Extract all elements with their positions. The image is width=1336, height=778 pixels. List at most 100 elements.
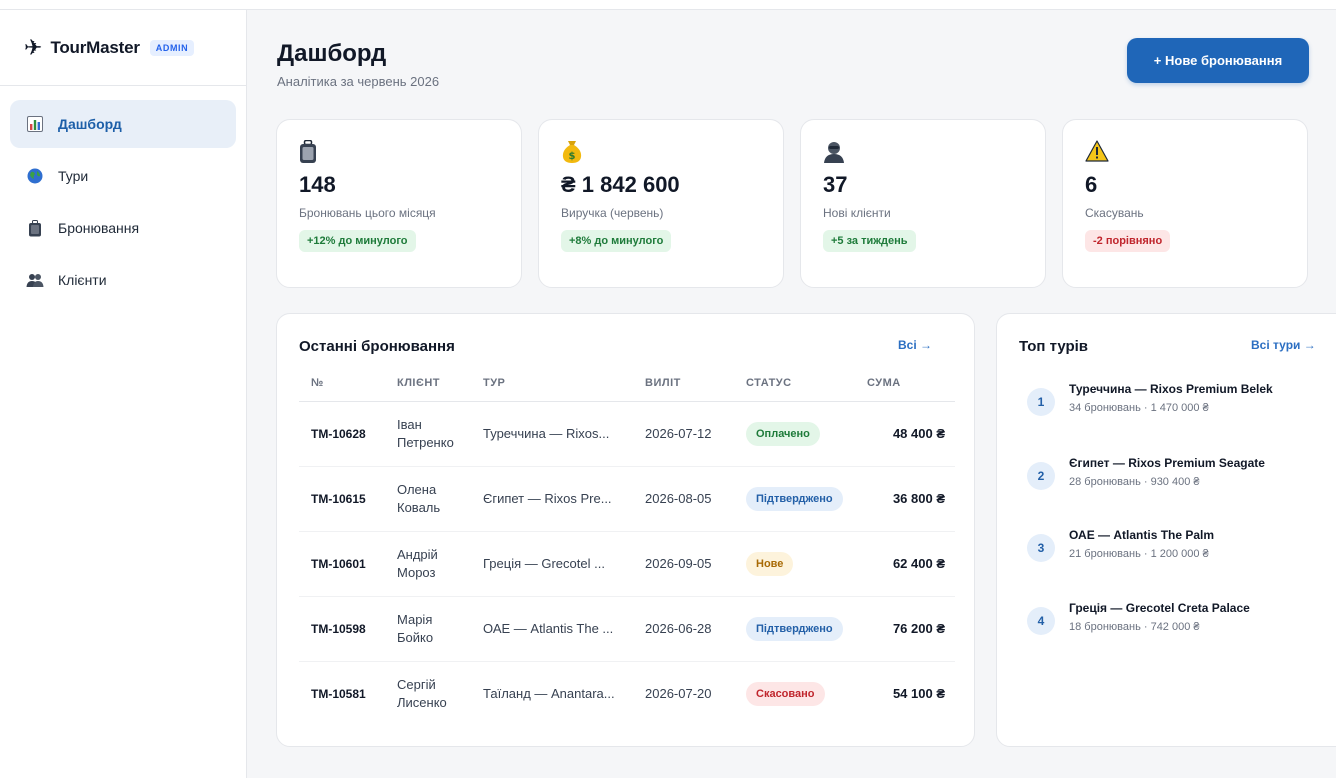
booking-id: TM-10598 — [299, 596, 385, 662]
client-last-name: Петренко — [397, 434, 454, 450]
booking-sum: 48 400 ₴ — [855, 401, 955, 467]
client-first-name: Марія — [397, 611, 433, 627]
client-first-name: Андрій — [397, 546, 438, 562]
top-tour-item[interactable]: 1 Туреччина — Rixos Premium Belek 34 бро… — [1027, 382, 1273, 416]
client-first-name: Іван — [397, 416, 422, 432]
booking-status-cell: Підтверджено — [734, 596, 855, 662]
tour-meta: 21 бронювань · 1 200 000 ₴ — [1069, 548, 1209, 560]
stat-card-bookings: 148 Бронювань цього місяця +12% до минул… — [276, 119, 522, 288]
booking-tour: ОАЕ — Atlantis The ... — [471, 596, 633, 662]
column-header-sum[interactable]: СУМА — [855, 366, 955, 402]
table-row[interactable]: TM-10581 Сергій Лисенко Таїланд — Anantar… — [299, 661, 955, 726]
booking-client: Андрій Мороз — [385, 531, 471, 597]
booking-date: 2026-09-05 — [633, 531, 734, 597]
client-last-name: Мороз — [397, 564, 436, 580]
sidebar-nav: Дашборд Тури Бронювання Клієнти — [0, 86, 246, 322]
sidebar-item-clients[interactable]: Клієнти — [10, 256, 236, 304]
column-header-number[interactable]: № — [299, 366, 385, 402]
stat-label: Бронювань цього місяця — [299, 206, 436, 220]
stat-card-new-clients: 37 Нові клієнти +5 за тиждень — [800, 119, 1046, 288]
booking-client: Іван Петренко — [385, 401, 471, 467]
booking-date: 2026-07-20 — [645, 686, 712, 702]
stat-card-cancellations: 6 Скасувань -2 порівняно — [1062, 119, 1308, 288]
top-border — [0, 0, 1336, 10]
table-row[interactable]: TM-10601 Андрій Мороз Греція — Grecotel .… — [299, 531, 955, 597]
column-header-status[interactable]: СТАТУС — [734, 366, 855, 402]
person-icon — [823, 140, 847, 164]
booking-date: 2026-07-12 — [633, 401, 734, 467]
client-first-name: Сергій — [397, 676, 436, 692]
luggage-icon — [299, 139, 323, 164]
booking-status-cell: Оплачено — [734, 401, 855, 467]
admin-badge: ADMIN — [149, 39, 195, 56]
booking-sum: 62 400 ₴ — [855, 531, 955, 597]
stat-trend-badge: +8% до минулого — [561, 230, 672, 252]
booking-tour: Греція — Grecotel ... — [471, 531, 633, 597]
sidebar-item-tours[interactable]: Тури — [10, 152, 236, 200]
stat-label: Виручка (червень) — [561, 206, 664, 220]
sidebar: ✈ TourMaster ADMIN Дашборд Тури Бронюван… — [0, 10, 247, 778]
column-header-tour[interactable]: ТУР — [471, 366, 633, 402]
bookings-table: № КЛІЄНТ ТУР ВИЛІТ СТАТУС СУМА TM-10628 … — [299, 366, 955, 726]
status-badge: Підтверджено — [746, 616, 843, 641]
stat-label: Скасувань — [1085, 206, 1144, 220]
stat-value: 37 — [823, 172, 848, 197]
status-badge: Оплачено — [746, 421, 820, 446]
tour-info: ОАЕ — Atlantis The Palm 21 бронювань · 1… — [1069, 528, 1214, 562]
globe-icon — [26, 167, 44, 185]
brand[interactable]: ✈ TourMaster ADMIN — [0, 10, 246, 86]
booking-sum: 54 100 ₴ — [892, 686, 945, 702]
tour-name: Єгипет — Rixos Premium Seagate — [1069, 456, 1265, 470]
column-header-client[interactable]: КЛІЄНТ — [385, 366, 471, 402]
top-tour-item[interactable]: 4 Греція — Grecotel Creta Palace 18 брон… — [1027, 601, 1250, 635]
tour-meta: 34 бронювань · 1 470 000 ₴ — [1069, 402, 1209, 414]
table-row[interactable]: TM-10615 Олена Коваль Єгипет — Rixos Pre.… — [299, 466, 955, 532]
brand-name: TourMaster — [50, 37, 140, 57]
booking-id: TM-10628 — [299, 401, 385, 467]
tour-rank-badge: 3 — [1027, 534, 1055, 562]
warning-icon — [1085, 140, 1109, 164]
status-badge: Нове — [746, 551, 794, 576]
bar-chart-icon — [26, 115, 44, 133]
svg-text:$: $ — [569, 151, 576, 162]
top-tour-item[interactable]: 2 Єгипет — Rixos Premium Seagate 28 брон… — [1027, 456, 1265, 490]
recent-bookings-card: Останні бронювання Всі → № КЛІЄНТ ТУР ВИ… — [276, 313, 975, 747]
new-booking-button[interactable]: + Нове бронювання — [1127, 38, 1309, 83]
table-row[interactable]: TM-10628 Іван Петренко Туреччина — Rixos.… — [299, 401, 955, 467]
main-content: Дашборд Аналітика за червень 2026 + Нове… — [248, 10, 1336, 778]
status-badge: Підтверджено — [746, 486, 843, 511]
page-title: Дашборд — [277, 40, 387, 67]
recent-bookings-title: Останні бронювання — [299, 338, 455, 355]
top-tours-title: Топ турів — [1019, 338, 1089, 355]
stat-trend-badge: -2 порівняно — [1085, 230, 1171, 252]
tour-meta: 28 бронювань · 930 400 ₴ — [1069, 476, 1200, 488]
booking-tour: Таїланд — Anantara... — [483, 686, 615, 702]
tour-info: Єгипет — Rixos Premium Seagate 28 бронюв… — [1069, 456, 1265, 490]
page-subtitle: Аналітика за червень 2026 — [277, 74, 440, 89]
client-last-name: Лисенко — [397, 694, 447, 710]
booking-date: 2026-06-28 — [633, 596, 734, 662]
sidebar-item-bookings[interactable]: Бронювання — [10, 204, 236, 252]
all-tours-link[interactable]: Всі тури → — [1251, 338, 1316, 352]
column-header-departure[interactable]: ВИЛІТ — [633, 366, 734, 402]
top-tour-item[interactable]: 3 ОАЕ — Atlantis The Palm 21 бронювань ·… — [1027, 528, 1214, 562]
client-first-name: Олена — [397, 481, 437, 497]
sidebar-item-dashboard[interactable]: Дашборд — [10, 100, 236, 148]
booking-tour: Єгипет — Rixos Pre... — [471, 466, 633, 532]
booking-date: 2026-08-05 — [633, 466, 734, 532]
stat-value: ₴ 1 842 600 — [561, 172, 680, 197]
luggage-icon — [26, 219, 44, 237]
stat-trend-badge: +5 за тиждень — [823, 230, 916, 252]
booking-client: Сергій Лисенко — [385, 661, 471, 726]
booking-id: TM-10581 — [311, 686, 366, 701]
all-bookings-link[interactable]: Всі → — [898, 338, 932, 352]
tour-name: Туреччина — Rixos Premium Belek — [1069, 382, 1273, 396]
tour-name: Греція — Grecotel Creta Palace — [1069, 601, 1250, 615]
tour-rank-badge: 4 — [1027, 607, 1055, 635]
users-icon — [26, 271, 44, 289]
table-row[interactable]: TM-10598 Марія Бойко ОАЕ — Atlantis The .… — [299, 596, 955, 662]
booking-client: Марія Бойко — [385, 596, 471, 662]
booking-sum: 76 200 ₴ — [855, 596, 955, 662]
booking-sum: 36 800 ₴ — [855, 466, 955, 532]
tour-info: Туреччина — Rixos Premium Belek 34 броню… — [1069, 382, 1273, 416]
